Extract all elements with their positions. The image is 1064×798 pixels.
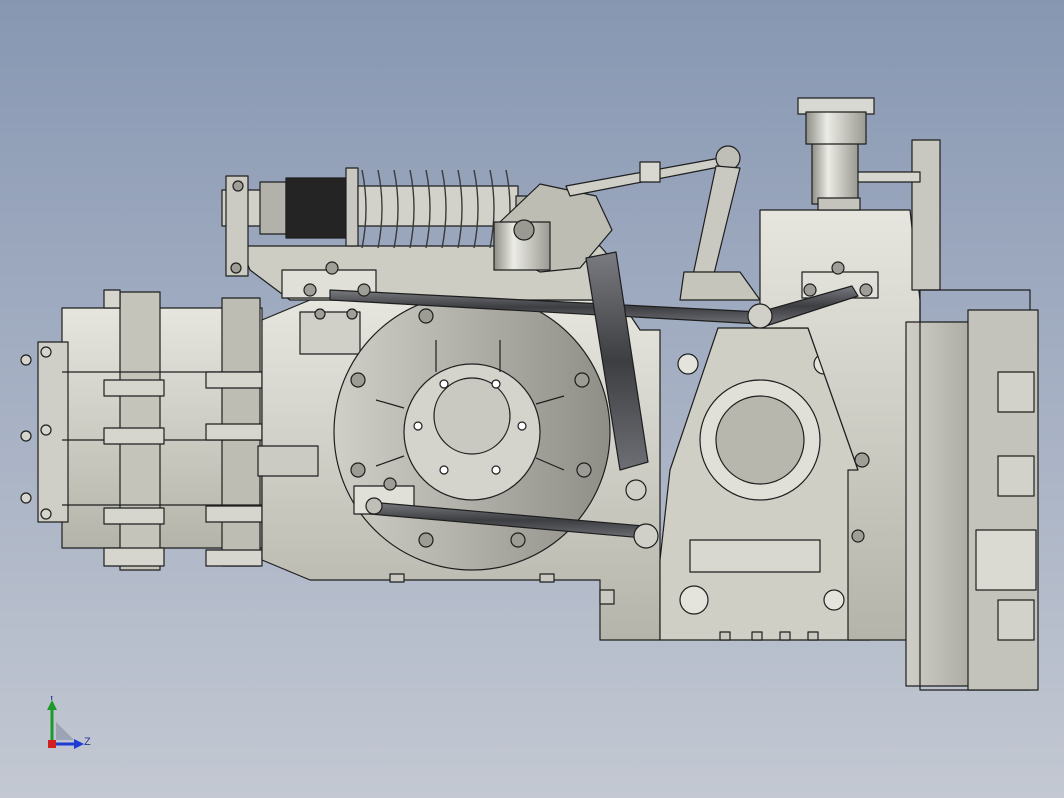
y-axis-label: Y — [48, 696, 56, 703]
orientation-triad[interactable]: Y Z — [38, 696, 108, 760]
assembly-model[interactable] — [0, 0, 1064, 798]
cad-3d-viewport[interactable]: Y Z — [0, 0, 1064, 798]
filler-cap — [797, 97, 875, 211]
x-axis-marker — [48, 740, 56, 748]
output-flange — [905, 289, 1039, 691]
z-axis-head — [74, 739, 84, 749]
z-axis-label: Z — [84, 736, 91, 748]
plane-indicator — [56, 722, 74, 740]
